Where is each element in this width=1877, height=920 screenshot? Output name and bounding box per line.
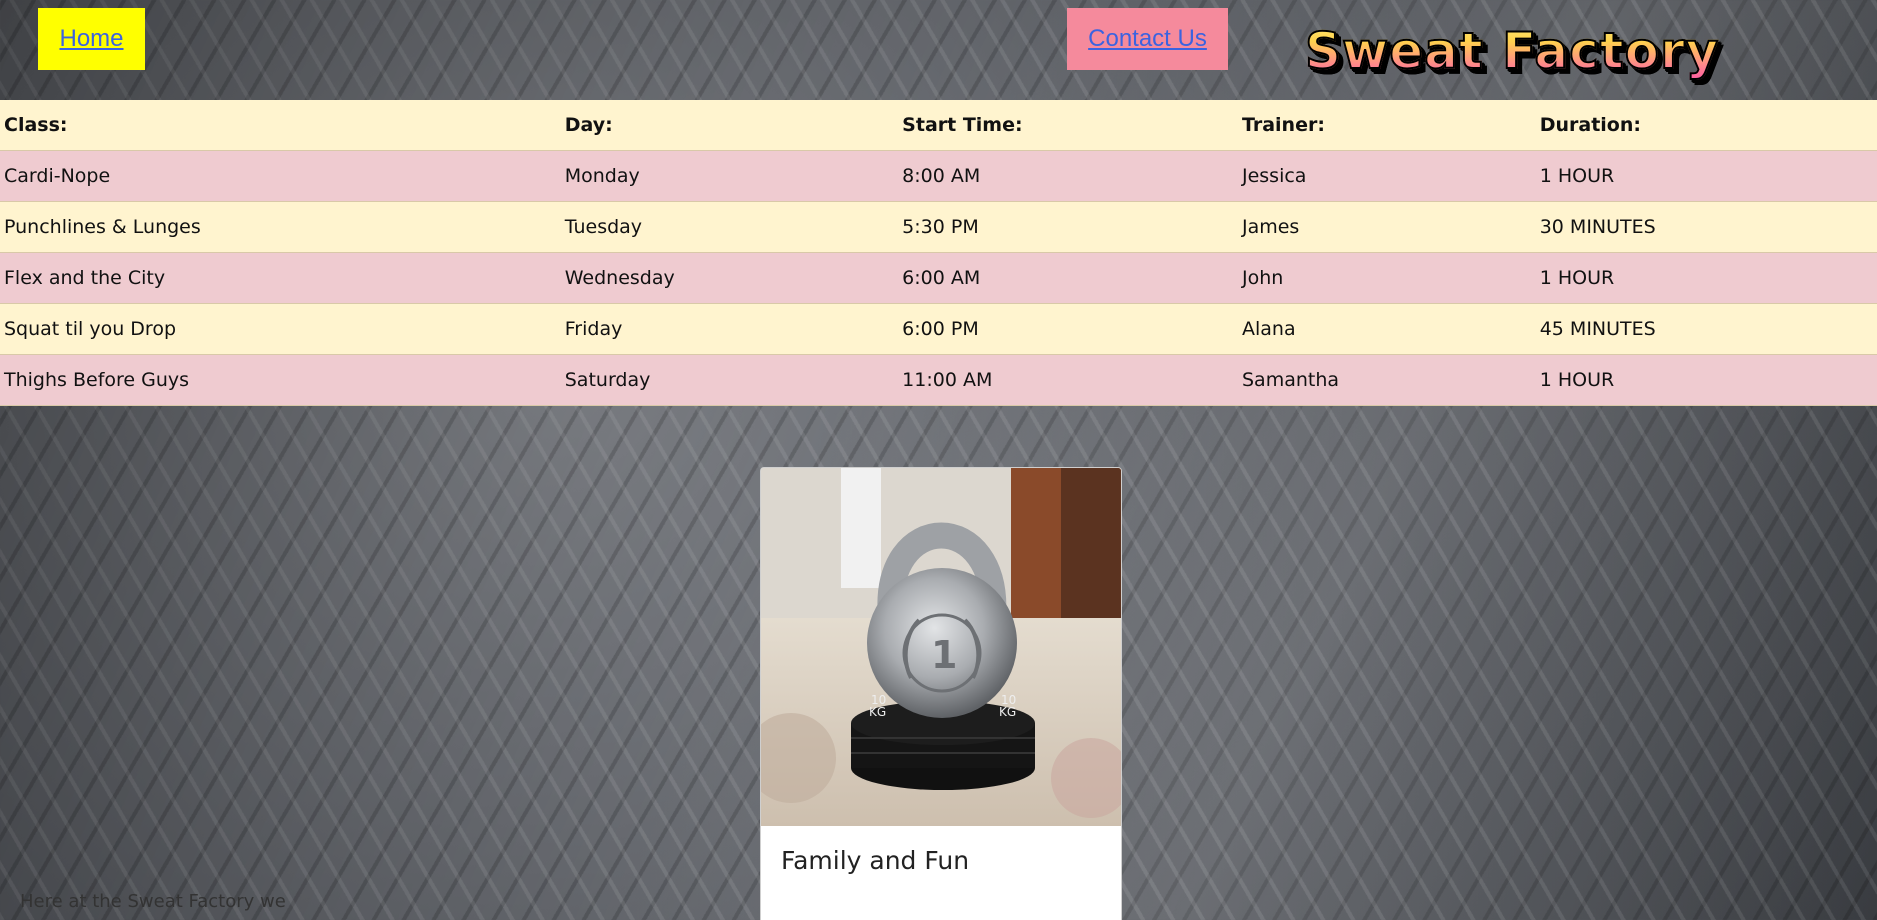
column-header-start-time: Start Time: [898, 100, 1238, 151]
trainer-cell: Samantha [1237, 354, 1536, 406]
start-time-cell: 6:00 AM [898, 252, 1238, 304]
start-time-cell: 5:30 PM [898, 201, 1238, 253]
trainer-cell: James [1237, 201, 1536, 253]
start-time-cell: 6:00 PM [898, 303, 1238, 355]
start-time-cell: 11:00 AM [898, 354, 1238, 406]
trainer-cell: Alana [1237, 303, 1536, 355]
duration-cell: 1 HOUR [1535, 150, 1877, 202]
class-cell: Cardi-Nope [0, 150, 561, 202]
duration-cell: 1 HOUR [1535, 252, 1877, 304]
table-header-row: Class: Day: Start Time: Trainer: Duratio… [0, 100, 1877, 151]
card-text: Here at the Sweat Factory we [20, 891, 286, 912]
home-nav-box: Home [38, 8, 145, 70]
class-schedule-table: Class: Day: Start Time: Trainer: Duratio… [0, 100, 1877, 406]
site-logo: Sweat Factory [1304, 18, 1775, 84]
table-row: Squat til you Drop Friday 6:00 PM Alana … [0, 303, 1877, 355]
column-header-duration: Duration: [1535, 100, 1877, 151]
column-header-class: Class: [0, 100, 561, 151]
trainer-cell: Jessica [1237, 150, 1536, 202]
day-cell: Tuesday [560, 201, 899, 253]
duration-cell: 30 MINUTES [1535, 201, 1877, 253]
start-time-cell: 8:00 AM [898, 150, 1238, 202]
contact-us-link[interactable]: Contact Us [1088, 25, 1207, 53]
svg-text:KG: KG [999, 705, 1016, 719]
day-cell: Friday [560, 303, 899, 355]
column-header-trainer: Trainer: [1237, 100, 1536, 151]
duration-cell: 1 HOUR [1535, 354, 1877, 406]
day-cell: Saturday [560, 354, 899, 406]
feature-card: 10 KG 10 KG 1 Family and Fun [760, 467, 1122, 920]
table-row: Flex and the City Wednesday 6:00 AM John… [0, 252, 1877, 304]
contact-nav-box: Contact Us [1067, 8, 1228, 70]
kettlebell-trophy-photo: 10 KG 10 KG 1 [761, 468, 1121, 826]
day-cell: Wednesday [560, 252, 899, 304]
class-cell: Squat til you Drop [0, 303, 561, 355]
class-cell: Punchlines & Lunges [0, 201, 561, 253]
svg-text:KG: KG [869, 705, 886, 719]
kettlebell-icon: 10 KG 10 KG 1 [761, 468, 1121, 826]
header: Home Contact Us Sweat Factory [0, 0, 1877, 100]
trainer-cell: John [1237, 252, 1536, 304]
class-cell: Thighs Before Guys [0, 354, 561, 406]
table-row: Thighs Before Guys Saturday 11:00 AM Sam… [0, 354, 1877, 406]
column-header-day: Day: [560, 100, 899, 151]
svg-text:1: 1 [931, 633, 957, 677]
duration-cell: 45 MINUTES [1535, 303, 1877, 355]
class-cell: Flex and the City [0, 252, 561, 304]
home-link[interactable]: Home [59, 25, 123, 53]
table-row: Punchlines & Lunges Tuesday 5:30 PM Jame… [0, 201, 1877, 253]
card-title: Family and Fun [781, 846, 970, 875]
table-row: Cardi-Nope Monday 8:00 AM Jessica 1 HOUR [0, 150, 1877, 202]
day-cell: Monday [560, 150, 899, 202]
